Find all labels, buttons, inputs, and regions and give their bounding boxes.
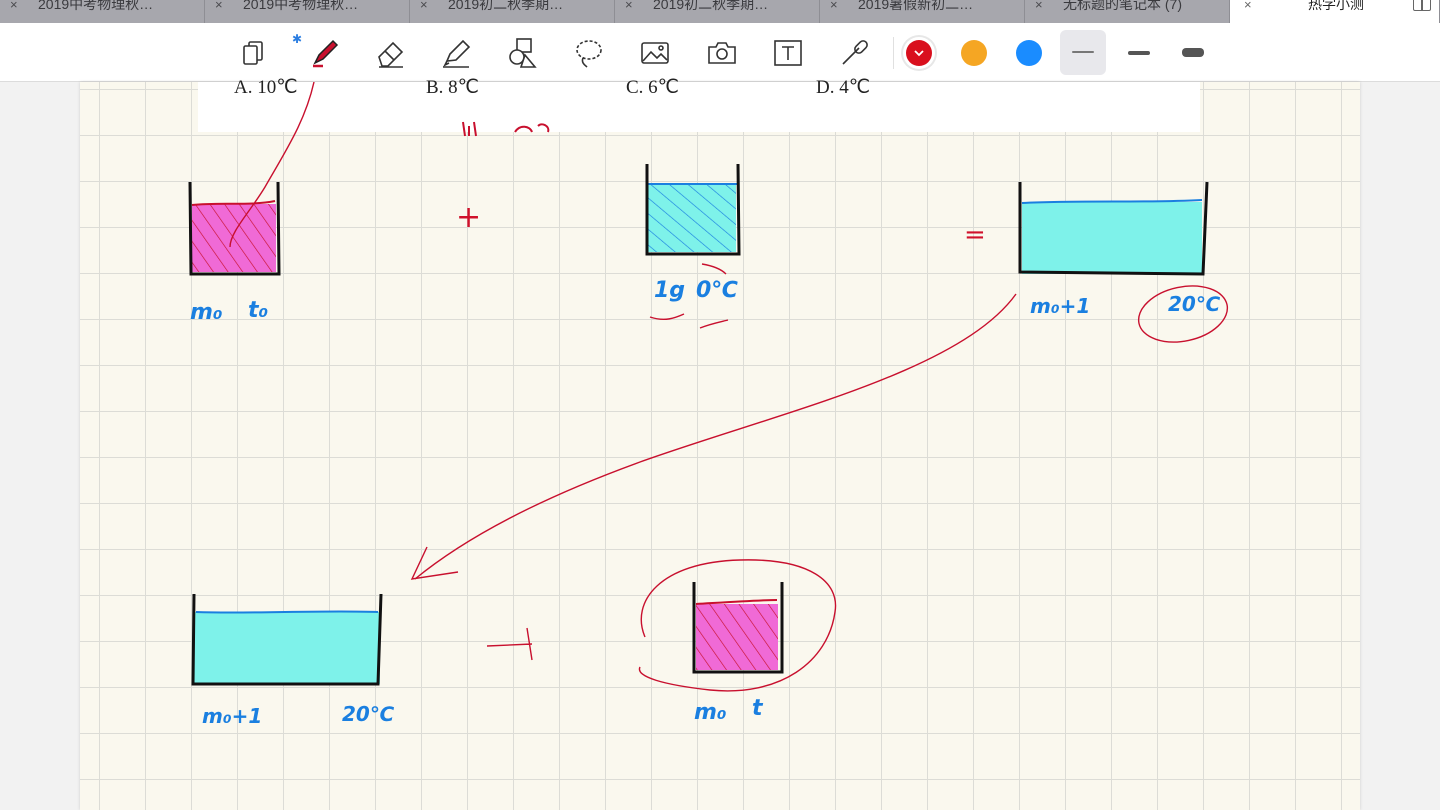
close-tab-icon[interactable]: ×: [420, 0, 428, 12]
transfer-arrow: [414, 293, 1017, 580]
label-mixture2-mass: m₀+1: [202, 704, 263, 728]
tab-5[interactable]: × 无标题的笔记本 (7): [1025, 0, 1230, 23]
equals-sign: =: [964, 220, 986, 250]
camera-icon[interactable]: [700, 31, 742, 73]
close-tab-icon[interactable]: ×: [10, 0, 18, 12]
label-initial-temp: t₀: [248, 298, 269, 323]
close-tab-icon[interactable]: ×: [215, 0, 223, 12]
stroke-width-medium[interactable]: [1116, 30, 1162, 75]
beaker-mixture: [1018, 181, 1209, 276]
label-mass-m0-2: m₀: [694, 700, 727, 725]
laser-pointer-icon[interactable]: [832, 31, 874, 73]
plus-sign-2: [486, 627, 533, 661]
close-tab-icon[interactable]: ×: [625, 0, 633, 12]
color-orange-swatch[interactable]: [961, 40, 987, 66]
tab-label: 2019中考物理秋…: [243, 0, 359, 12]
grid-page[interactable]: A. 10℃ B. 8℃ C. 6℃ D. 4℃ m₀ t₀ + 1g 0℃ =…: [80, 77, 1360, 810]
tab-label: 热学小测: [1308, 0, 1364, 12]
toolbar-divider: [893, 37, 894, 69]
color-blue-swatch[interactable]: [1016, 40, 1042, 66]
highlighter-icon[interactable]: [435, 31, 477, 73]
tab-label: 2019中考物理秋…: [38, 0, 154, 12]
label-mixture-mass: m₀+1: [1030, 294, 1091, 318]
tab-label: 2019初二秋季期…: [653, 0, 769, 12]
note-canvas[interactable]: A. 10℃ B. 8℃ C. 6℃ D. 4℃ m₀ t₀ + 1g 0℃ =…: [0, 77, 1440, 810]
tab-2[interactable]: × 2019初二秋季期…: [410, 0, 615, 23]
stroke-width-thin[interactable]: [1060, 30, 1106, 75]
tab-label: 2019暑假新初二…: [858, 0, 974, 12]
tab-active[interactable]: × 热学小测: [1230, 0, 1440, 23]
image-icon[interactable]: [633, 31, 675, 73]
shapes-icon[interactable]: [501, 31, 543, 73]
tab-0[interactable]: × 2019中考物理秋…: [0, 0, 205, 23]
close-tab-icon[interactable]: ×: [1035, 0, 1043, 12]
label-mixture2-temp: 20℃: [342, 702, 395, 726]
partial-scribble: [462, 121, 550, 137]
tab-3[interactable]: × 2019初二秋季期…: [615, 0, 820, 23]
close-tab-icon[interactable]: ×: [1244, 0, 1252, 12]
toolbar: ✱: [0, 23, 1440, 82]
label-ice-mass: 1g: [654, 278, 686, 303]
tab-4[interactable]: × 2019暑假新初二…: [820, 0, 1025, 23]
plus-sign-1: +: [456, 200, 482, 235]
close-tab-icon[interactable]: ×: [830, 0, 838, 12]
pen-icon[interactable]: [303, 31, 345, 73]
tab-label: 无标题的笔记本 (7): [1063, 0, 1182, 12]
beaker-hot-water-2: [692, 582, 784, 674]
stroke-width-thick[interactable]: [1170, 30, 1216, 75]
tab-1[interactable]: × 2019中考物理秋…: [205, 0, 410, 23]
label-ice-temp: 0℃: [696, 278, 738, 303]
page-layout-icon[interactable]: [234, 31, 276, 73]
split-view-icon[interactable]: [1413, 0, 1431, 11]
lasso-icon[interactable]: [567, 31, 609, 73]
color-red-swatch[interactable]: [906, 40, 932, 66]
beaker-mixture-2: [191, 593, 383, 686]
beaker-hot-water: [188, 181, 281, 276]
label-mixture-temp: 20℃: [1168, 292, 1221, 316]
bluetooth-icon: ✱: [292, 32, 303, 46]
tab-label: 2019初二秋季期…: [448, 0, 564, 12]
label-unknown-temp: t: [752, 696, 763, 721]
beaker-ice: [645, 163, 741, 256]
eraser-icon[interactable]: [369, 31, 411, 73]
tab-bar: × 2019中考物理秋… × 2019中考物理秋… × 2019初二秋季期… ×…: [0, 0, 1440, 23]
label-mass-m0: m₀: [190, 300, 223, 325]
text-box-icon[interactable]: [766, 31, 808, 73]
